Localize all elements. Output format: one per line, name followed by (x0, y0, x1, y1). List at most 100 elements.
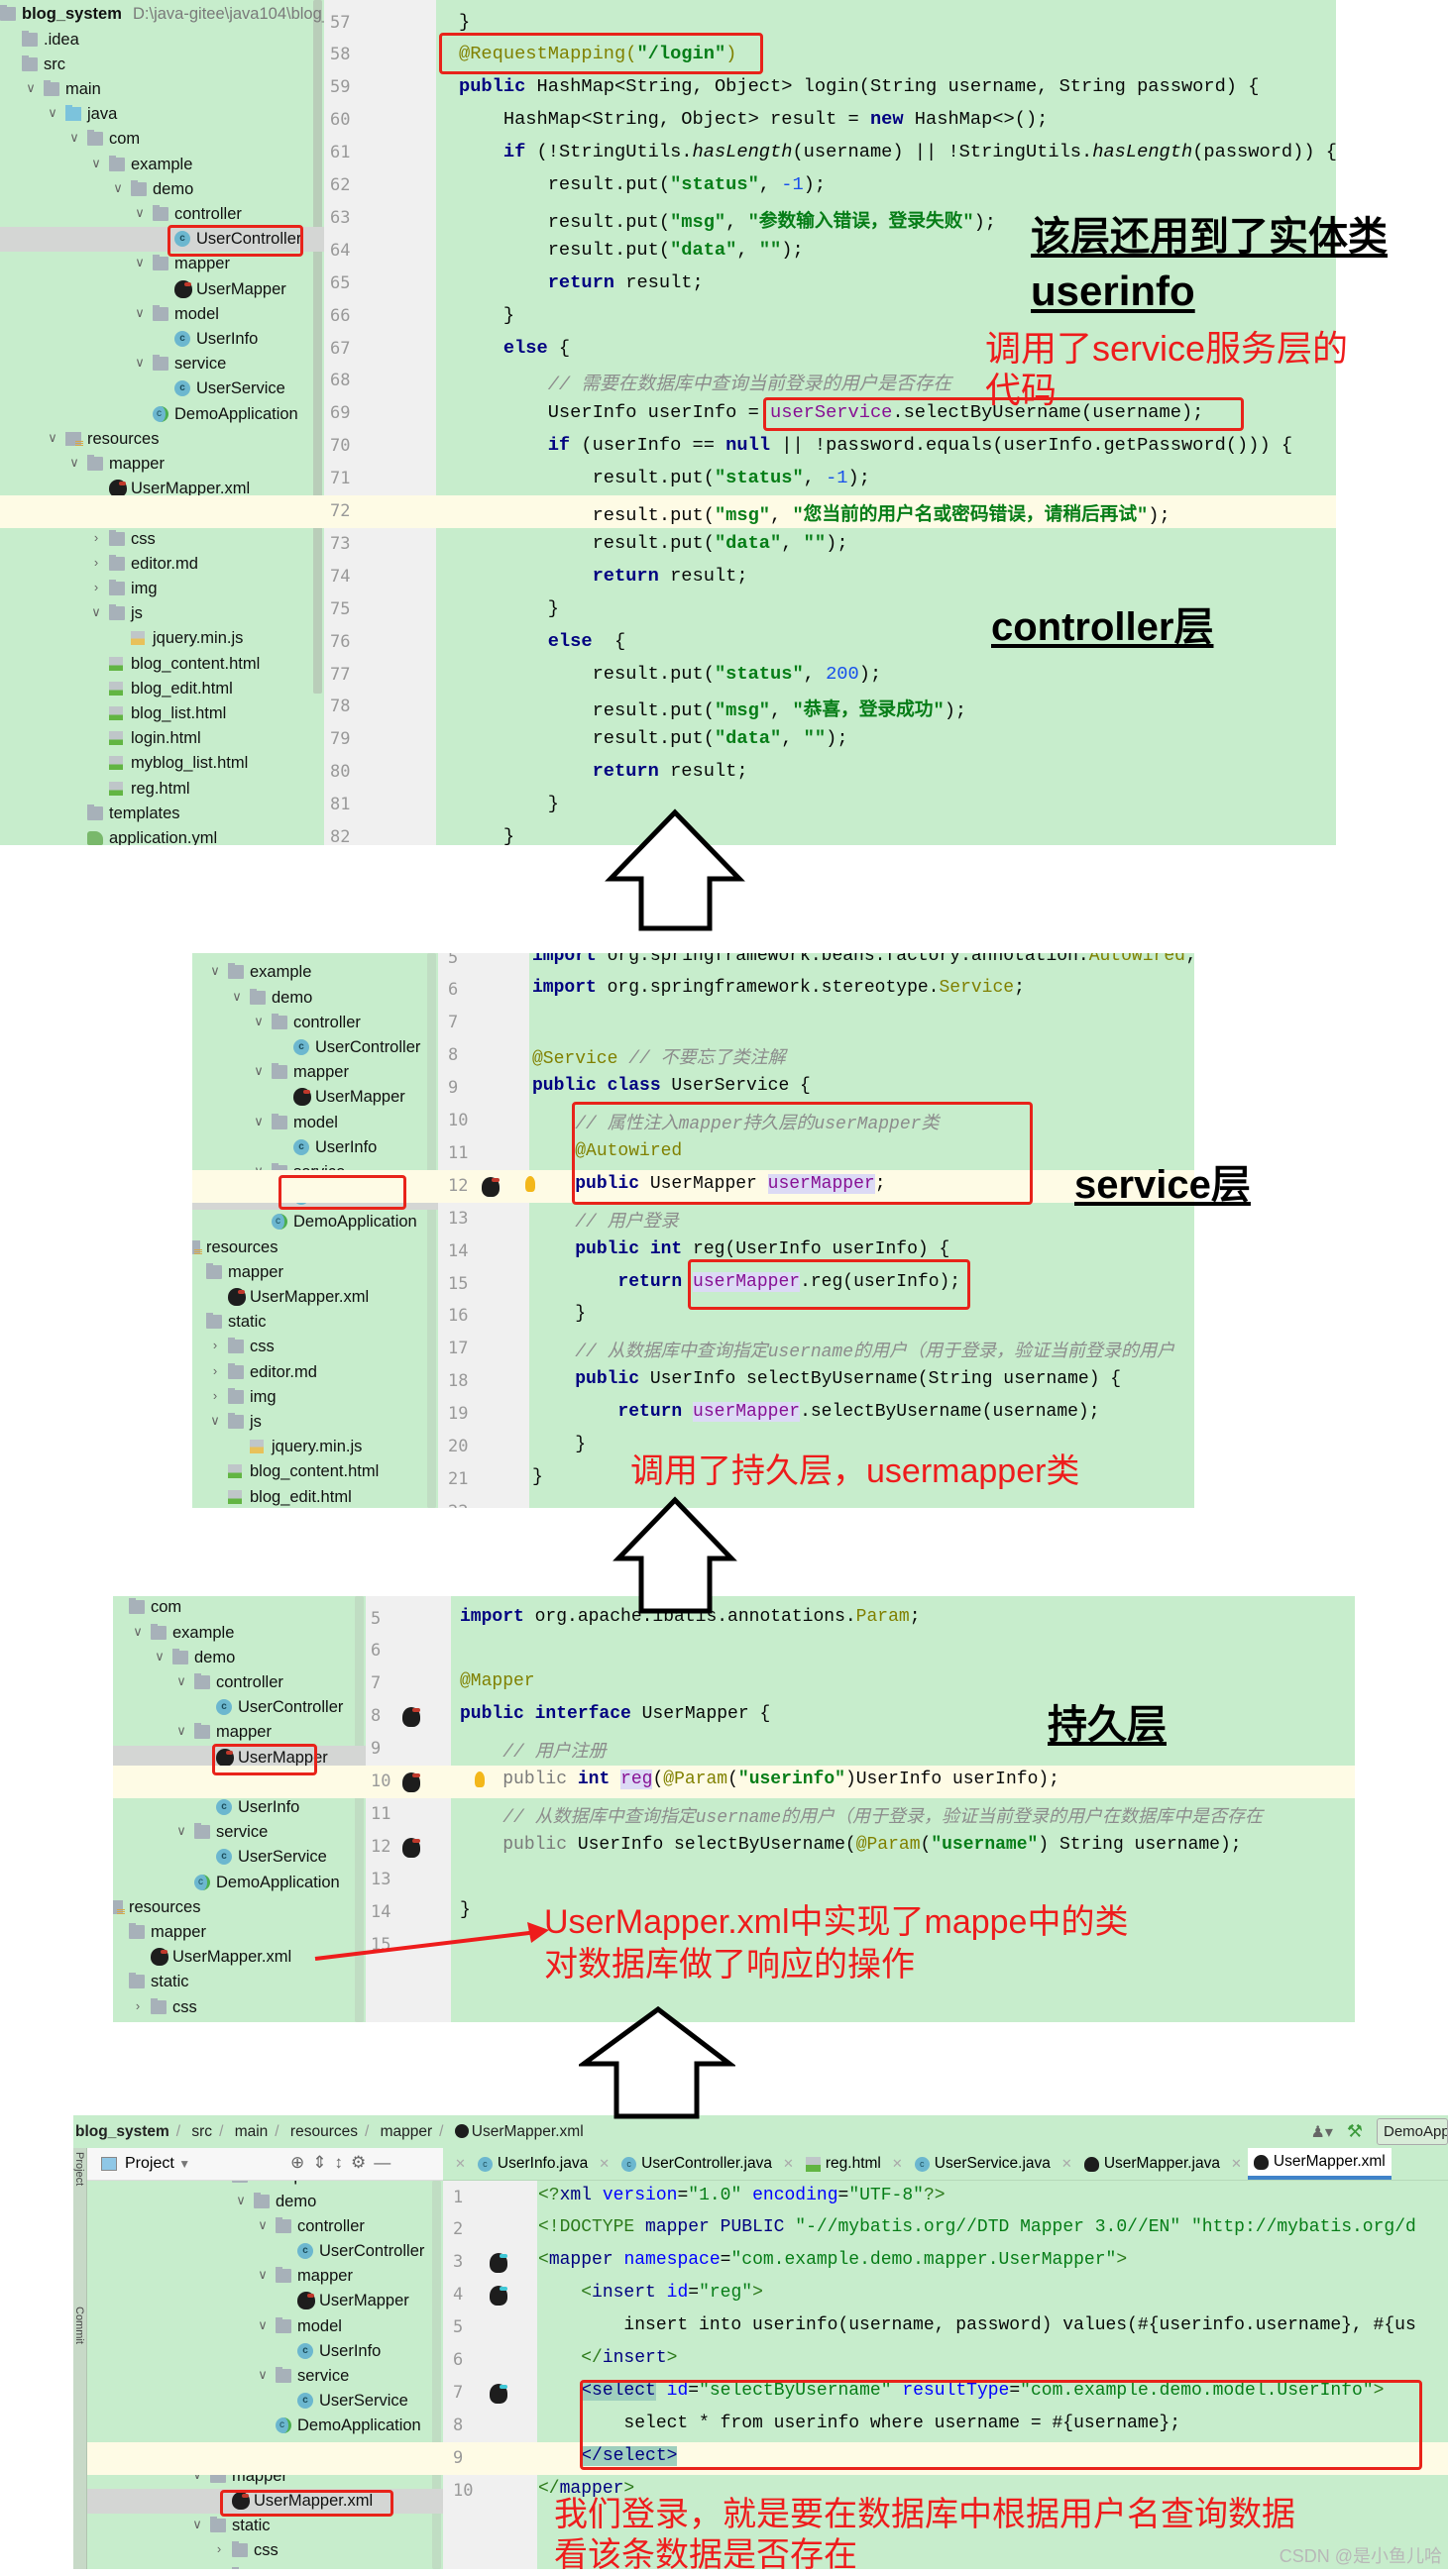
minimize-icon[interactable]: — (374, 2153, 398, 2172)
code-token: < (538, 2283, 592, 2303)
project-tool-tab[interactable]: Project (73, 2152, 85, 2186)
close-icon[interactable]: ✕ (892, 2156, 903, 2172)
code-token: else (548, 630, 593, 652)
tab-userinfo-java[interactable]: cUserInfo.java✕ (472, 2148, 615, 2180)
code-line[interactable]: 79 result.put("data", ""); (0, 723, 1336, 756)
code-line[interactable]: 19 return userMapper.selectByUsername(us… (192, 1398, 1194, 1431)
code-line[interactable]: 6 (113, 1635, 1355, 1667)
tab-reg-html[interactable]: reg.html✕ (800, 2148, 909, 2180)
code-line[interactable]: 1<?xml version="1.0" encoding="UTF-8"?> (73, 2182, 1448, 2214)
code-line[interactable]: 5 insert into userinfo(username, passwor… (73, 2311, 1448, 2344)
code-token: result; (614, 271, 704, 293)
code-line[interactable]: 17 // 从数据库中查询指定username的用户（用于登录，验证当前登录的用… (192, 1333, 1194, 1365)
line-number: 67 (330, 339, 350, 359)
line-number: 79 (330, 729, 350, 749)
code-line[interactable]: 70 if (userInfo == null || !password.equ… (0, 430, 1336, 463)
gear-icon[interactable]: ⚙ (351, 2153, 374, 2172)
code-line[interactable]: 78 result.put("msg", "恭喜，登录成功"); (0, 691, 1336, 723)
code-token: (userInfo == (570, 434, 725, 456)
mybatis-icon[interactable] (490, 2286, 507, 2306)
user-icon[interactable]: ♟▾ (1310, 2122, 1332, 2142)
code-line[interactable]: 11 // 从数据库中查询指定username的用户（用于登录，验证当前登录的用… (113, 1798, 1355, 1831)
line-number: 8 (453, 2415, 463, 2435)
code-line[interactable]: 5import org.springframework.beans.factor… (192, 953, 1194, 975)
mybatis-icon[interactable] (490, 2384, 507, 2404)
code-line[interactable]: 60 HashMap<String, Object> result = new … (0, 104, 1336, 137)
line-number: 71 (330, 469, 350, 488)
code-token: public (459, 75, 525, 97)
code-line[interactable]: 12 public UserInfo selectByUsername(@Par… (113, 1831, 1355, 1864)
code-line[interactable]: 9public class UserService { (192, 1072, 1194, 1105)
build-hammer-icon[interactable]: ⚒ (1347, 2121, 1363, 2142)
close-icon[interactable]: ✕ (1231, 2156, 1242, 2172)
code-line[interactable]: 72 result.put("msg", "您当前的用户名或密码错误，请稍后再试… (0, 495, 1336, 528)
code-line[interactable]: 4 <insert id="reg"> (73, 2279, 1448, 2311)
tab-usermapper-xml[interactable]: UserMapper.xml (1248, 2148, 1392, 2180)
collapse-all-icon[interactable]: ↕ (335, 2153, 352, 2172)
code-token: Service (939, 978, 1014, 998)
run-configuration-select[interactable]: DemoApplication (1377, 2118, 1448, 2145)
breadcrumb-item[interactable]: mapper (381, 2123, 433, 2140)
code-line[interactable]: 3<mapper namespace="com.example.demo.map… (73, 2246, 1448, 2279)
code-text: } (459, 793, 559, 814)
commit-tool-tab[interactable]: Commit (73, 2307, 85, 2344)
code-line[interactable]: 73 result.put("data", ""); (0, 528, 1336, 561)
watermark: CSDN @是小鱼儿哈 (1280, 2542, 1442, 2568)
project-view-select[interactable]: Project ▼ (125, 2155, 190, 2173)
code-line[interactable]: 8public interface UserMapper { (113, 1700, 1355, 1733)
code-token (741, 2186, 752, 2205)
tab-usercontroller-java[interactable]: cUserController.java✕ (615, 2148, 800, 2180)
code-line[interactable]: 7@Mapper (113, 1667, 1355, 1700)
tab-label: UserMapper.java (1104, 2155, 1220, 2173)
tab-close-leftover[interactable]: ✕ (443, 2148, 472, 2180)
code-token: = (838, 2186, 849, 2205)
tab-userservice-java[interactable]: cUserService.java✕ (909, 2148, 1078, 2180)
code-line[interactable]: 8@Service // 不要忘了类注解 (192, 1039, 1194, 1072)
code-text: import org.springframework.stereotype.Se… (532, 978, 1025, 998)
annotation-xml-implements: UserMapper.xml中实现了mappe中的类 (544, 1894, 1128, 1943)
mybatis-icon[interactable] (490, 2253, 507, 2273)
code-token (459, 434, 548, 456)
code-line[interactable]: 6import org.springframework.stereotype.S… (192, 974, 1194, 1007)
code-token: ); (781, 239, 803, 261)
line-number: 73 (330, 534, 350, 554)
code-token (617, 1049, 628, 1069)
expand-all-icon[interactable]: ⇕ (312, 2153, 334, 2172)
mybatis-icon[interactable] (402, 1838, 420, 1858)
close-icon[interactable]: ✕ (783, 2156, 794, 2172)
code-line[interactable]: 18 public UserInfo selectByUsername(Stri… (192, 1365, 1194, 1398)
close-icon[interactable]: ✕ (1061, 2156, 1072, 2172)
code-line[interactable]: 62 result.put("status", -1); (0, 169, 1336, 202)
code-token: "data" (670, 239, 736, 261)
line-number: 61 (330, 143, 350, 162)
code-line[interactable]: 7 (192, 1007, 1194, 1039)
breadcrumb-item[interactable]: UserMapper.xml (472, 2123, 584, 2140)
breadcrumb-item[interactable]: src (191, 2123, 212, 2140)
breadcrumb-item[interactable]: blog_system (75, 2123, 169, 2140)
code-line[interactable]: 13 (113, 1864, 1355, 1896)
breadcrumb-item[interactable]: resources (290, 2123, 358, 2140)
code-line[interactable]: 2<!DOCTYPE mapper PUBLIC "-//mybatis.org… (73, 2213, 1448, 2246)
line-number: 77 (330, 665, 350, 685)
breadcrumb-item[interactable]: main (235, 2123, 269, 2140)
tab-usermapper-java[interactable]: UserMapper.java ✕ (1078, 2148, 1248, 2180)
code-line[interactable]: 74 return result; (0, 561, 1336, 593)
mybatis-icon[interactable] (402, 1772, 420, 1792)
locate-icon[interactable]: ⊕ (290, 2153, 312, 2172)
code-token: -1 (826, 467, 847, 488)
line-number: 58 (330, 45, 350, 64)
code-line[interactable]: 77 result.put("status", 200); (0, 659, 1336, 692)
code-line[interactable]: 71 result.put("status", -1); (0, 463, 1336, 495)
code-line[interactable]: 61 if (!StringUtils.hasLength(username) … (0, 137, 1336, 169)
code-text: public UserInfo selectByUsername(@Param(… (460, 1835, 1242, 1855)
close-icon[interactable]: ✕ (599, 2156, 610, 2172)
code-line[interactable]: 59public HashMap<String, Object> login(S… (0, 71, 1336, 104)
mybatis-icon[interactable] (482, 1177, 500, 1197)
mybatis-icon[interactable] (402, 1707, 420, 1727)
code-token (532, 1141, 575, 1161)
code-token: // 用户注册 (502, 1743, 606, 1763)
code-token: "reg" (699, 2283, 752, 2303)
line-number: 69 (330, 403, 350, 423)
code-line[interactable]: 6 </insert> (73, 2344, 1448, 2377)
code-line[interactable]: 80 return result; (0, 756, 1336, 789)
